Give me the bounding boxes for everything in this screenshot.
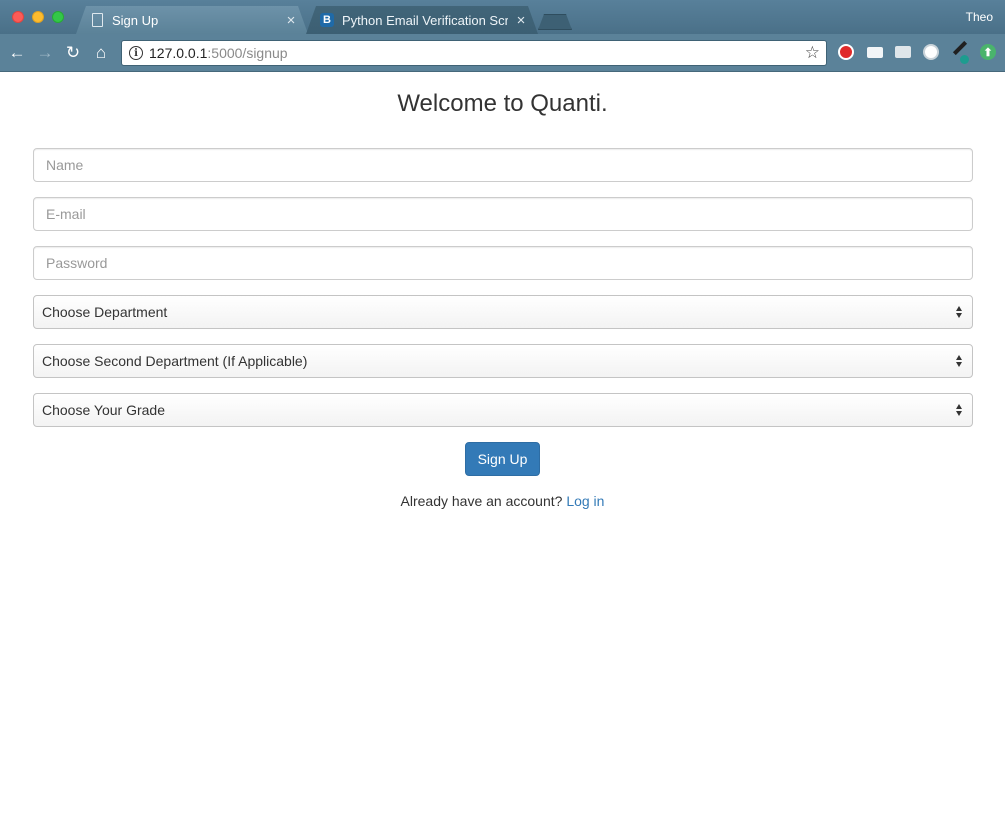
new-tab-button[interactable]: [538, 14, 572, 30]
bootstrap-favicon-icon: B: [320, 12, 334, 28]
grade-select[interactable]: Choose Your Grade: [33, 393, 973, 427]
mail-extension-icon[interactable]: [867, 47, 883, 58]
tab-python-email[interactable]: B Python Email Verification Scrip ×: [306, 6, 538, 34]
tab-close-icon[interactable]: ×: [514, 12, 528, 29]
second-department-select[interactable]: Choose Second Department (If Applicable): [33, 344, 973, 378]
profile-name[interactable]: Theo: [966, 10, 993, 24]
sign-up-button[interactable]: Sign Up: [465, 442, 540, 476]
second-department-select-value: Choose Second Department (If Applicable): [42, 353, 308, 369]
select-arrows-icon: [954, 306, 964, 318]
tab-title: Python Email Verification Scrip: [342, 12, 508, 28]
extension-badge-icon: [960, 55, 969, 64]
minimize-window-button[interactable]: [32, 11, 44, 23]
login-prompt-text: Already have an account?: [400, 493, 563, 509]
login-prompt: Already have an account? Log in: [0, 493, 1005, 509]
forward-arrow-icon[interactable]: →: [34, 42, 56, 64]
tab-sign-up[interactable]: Sign Up ×: [76, 6, 308, 34]
url-path: :5000/signup: [207, 45, 288, 61]
page-icon: [90, 12, 104, 28]
browser-toolbar: ← → ↻ ⌂ i 127.0.0.1:5000/signup ☆ ⬆: [0, 34, 1005, 72]
signup-page: Welcome to Quanti. Choose Department Cho…: [0, 72, 1005, 820]
site-info-icon[interactable]: i: [129, 46, 143, 60]
email-input[interactable]: [33, 197, 973, 231]
select-arrows-icon: [954, 355, 964, 367]
maximize-window-button[interactable]: [52, 11, 64, 23]
tab-title: Sign Up: [112, 12, 159, 28]
url-text[interactable]: 127.0.0.1:5000/signup: [149, 45, 288, 61]
opera-extension-icon[interactable]: [838, 44, 854, 60]
tab-close-icon[interactable]: ×: [284, 12, 298, 29]
page-title: Welcome to Quanti.: [397, 90, 608, 117]
department-select-value: Choose Department: [42, 304, 168, 320]
reload-icon[interactable]: ↻: [62, 42, 84, 64]
tab-strip: Sign Up × B Python Email Verification Sc…: [0, 0, 1005, 34]
bookmark-star-icon[interactable]: ☆: [805, 43, 820, 63]
home-icon[interactable]: ⌂: [90, 42, 112, 64]
close-window-button[interactable]: [12, 11, 24, 23]
chat-extension-icon[interactable]: [895, 46, 911, 58]
upload-extension-icon[interactable]: ⬆: [980, 44, 996, 60]
name-input[interactable]: [33, 148, 973, 182]
address-bar[interactable]: i 127.0.0.1:5000/signup ☆: [121, 40, 827, 66]
select-arrows-icon: [954, 404, 964, 416]
password-input[interactable]: [33, 246, 973, 280]
clock-extension-icon[interactable]: [923, 44, 939, 60]
pen-extension-icon[interactable]: [952, 40, 968, 56]
login-link[interactable]: Log in: [566, 493, 604, 509]
grade-select-value: Choose Your Grade: [42, 402, 165, 418]
url-host: 127.0.0.1: [149, 45, 208, 61]
back-arrow-icon[interactable]: ←: [6, 42, 28, 64]
department-select[interactable]: Choose Department: [33, 295, 973, 329]
